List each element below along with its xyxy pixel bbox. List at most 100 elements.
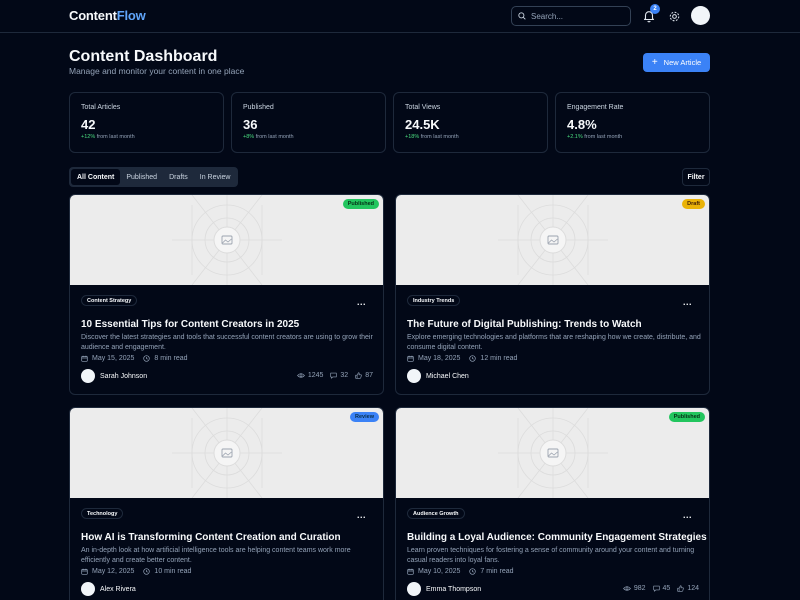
read-time: 7 min read <box>480 568 514 575</box>
article-title[interactable]: Building a Loyal Audience: Community Eng… <box>407 532 707 543</box>
article-meta: May 12, 2025 10 min read <box>81 568 200 575</box>
article-card[interactable]: Published Content Strategy ... 10 Essent… <box>69 194 384 395</box>
comment-count: 32 <box>340 372 349 379</box>
article-description: Learn proven techniques for fostering a … <box>407 547 695 564</box>
search-icon <box>518 12 526 20</box>
more-options-icon[interactable]: ... <box>683 511 692 520</box>
status-badge: Draft <box>682 199 705 209</box>
content-tabs: All Content Published Drafts In Review <box>69 167 239 187</box>
article-title[interactable]: 10 Essential Tips for Content Creators i… <box>81 319 299 330</box>
article-thumbnail: Published <box>70 195 383 285</box>
more-options-icon[interactable]: ... <box>357 298 366 307</box>
stat-value: 42 <box>81 117 96 132</box>
read-time: 12 min read <box>480 355 518 362</box>
article-thumbnail: Review <box>70 408 383 498</box>
article-meta: May 10, 2025 7 min read <box>407 568 523 575</box>
article-card[interactable]: Published Audience Growth ... Building a… <box>395 407 710 600</box>
new-article-button[interactable]: + New Article <box>643 53 710 72</box>
article-meta: May 15, 2025 8 min read <box>81 355 197 362</box>
eye-icon <box>296 373 305 378</box>
author[interactable]: Emma Thompson <box>407 582 481 596</box>
author-name: Emma Thompson <box>426 585 482 593</box>
stat-card-published: Published 36 +8% from last month <box>231 92 386 153</box>
more-options-icon[interactable]: ... <box>683 298 692 307</box>
calendar-icon <box>81 568 88 575</box>
calendar-icon <box>81 355 88 362</box>
calendar-icon <box>407 355 414 362</box>
image-placeholder <box>498 195 608 285</box>
read-time: 8 min read <box>154 355 188 362</box>
category-badge: Audience Growth <box>407 508 465 519</box>
view-count: 1245 <box>307 372 324 379</box>
new-article-label: New Article <box>663 58 702 67</box>
stat-change: +18% from last month <box>405 134 459 140</box>
author[interactable]: Sarah Johnson <box>81 369 147 383</box>
article-description: Discover the latest strategies and tools… <box>81 334 373 351</box>
page-title: Content Dashboard <box>69 48 218 65</box>
tab-all-content[interactable]: All Content <box>71 169 121 185</box>
article-date: May 12, 2025 <box>92 568 135 575</box>
clock-icon <box>469 355 477 362</box>
stat-change: +12% from last month <box>81 134 135 140</box>
gear-icon[interactable] <box>668 10 681 23</box>
comment-count: 45 <box>662 585 671 592</box>
article-card[interactable]: Draft Industry Trends ... The Future of … <box>395 194 710 395</box>
article-title[interactable]: The Future of Digital Publishing: Trends… <box>407 319 642 330</box>
comment-icon <box>330 372 338 379</box>
clock-icon <box>143 355 151 362</box>
tab-in-review[interactable]: In Review <box>194 169 237 185</box>
filter-button[interactable]: Filter <box>682 168 710 186</box>
status-badge: Review <box>350 412 379 422</box>
article-title[interactable]: How AI is Transforming Content Creation … <box>81 532 341 543</box>
category-badge: Industry Trends <box>407 295 461 306</box>
top-navbar: ContentFlow 2 <box>0 0 800 33</box>
stat-label: Total Articles <box>81 104 121 111</box>
article-date: May 15, 2025 <box>92 355 135 362</box>
author-avatar <box>81 369 95 383</box>
status-badge: Published <box>668 412 705 422</box>
author[interactable]: Alex Rivera <box>81 582 136 596</box>
calendar-icon <box>407 568 414 575</box>
stat-label: Engagement Rate <box>567 104 624 111</box>
clock-icon <box>143 568 151 575</box>
user-avatar[interactable] <box>691 6 710 25</box>
stat-card-total-articles: Total Articles 42 +12% from last month <box>69 92 224 153</box>
like-count: 124 <box>687 585 699 592</box>
status-badge: Published <box>342 199 379 209</box>
search-box[interactable] <box>511 6 631 26</box>
tab-drafts[interactable]: Drafts <box>163 169 194 185</box>
stat-change: +8% from last month <box>243 134 294 140</box>
logo-accent-text: Flow <box>116 8 146 23</box>
engagement-stats: 1245 32 87 <box>290 372 373 379</box>
image-placeholder <box>498 408 608 498</box>
app-logo[interactable]: ContentFlow <box>69 8 146 23</box>
search-input[interactable] <box>531 11 621 21</box>
author-avatar <box>407 369 421 383</box>
author-name: Sarah Johnson <box>100 372 148 380</box>
author-name: Alex Rivera <box>100 585 136 593</box>
article-date: May 18, 2025 <box>418 355 461 362</box>
article-thumbnail: Published <box>396 408 709 498</box>
tab-published[interactable]: Published <box>120 169 163 185</box>
view-count: 982 <box>633 585 646 592</box>
stat-card-engagement-rate: Engagement Rate 4.8% +2.1% from last mon… <box>555 92 710 153</box>
notification-badge: 2 <box>650 4 660 14</box>
stat-change: +2.1% from last month <box>567 134 623 140</box>
image-placeholder <box>172 195 282 285</box>
category-badge: Technology <box>81 508 124 519</box>
like-count: 87 <box>365 372 373 379</box>
image-placeholder <box>172 408 282 498</box>
clock-icon <box>469 568 477 575</box>
logo-text: Content <box>69 8 117 23</box>
author-name: Michael Chen <box>426 372 469 380</box>
author[interactable]: Michael Chen <box>407 369 469 383</box>
plus-icon: + <box>651 57 658 68</box>
thumbs-up-icon <box>677 585 685 592</box>
article-description: An in-depth look at how artificial intel… <box>81 547 351 564</box>
read-time: 10 min read <box>154 568 192 575</box>
more-options-icon[interactable]: ... <box>357 511 366 520</box>
eye-icon <box>622 586 631 591</box>
article-date: May 10, 2025 <box>418 568 461 575</box>
stat-value: 24.5K <box>405 117 440 132</box>
article-card[interactable]: Review Technology ... How AI is Transfor… <box>69 407 384 600</box>
